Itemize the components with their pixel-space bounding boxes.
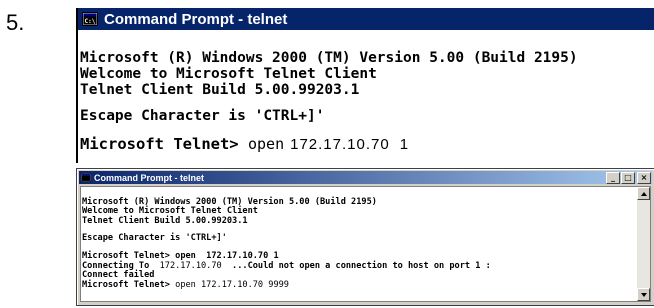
typed-port: 1 [399,136,409,153]
close-icon[interactable]: × [637,172,651,184]
telnet-prompt: Microsoft Telnet> [80,135,248,153]
scroll-down-arrow-icon[interactable] [637,288,650,301]
step-number: 5. [6,10,25,35]
command-prompt-icon: C:\ [82,12,98,26]
large-window-titlebar[interactable]: C:\ Command Prompt - telnet [78,8,654,30]
vertical-scrollbar[interactable] [637,187,650,301]
window-controls: _ □ × [605,172,651,184]
typed-host: 172.17.10.70 [290,136,390,153]
small-console-output: Microsoft (R) Windows 2000 (TM) Version … [81,187,637,301]
telnet-prompt: Microsoft Telnet> [82,279,176,290]
console-line: Welcome to Microsoft Telnet Client [80,66,377,82]
small-console-area[interactable]: Microsoft (R) Windows 2000 (TM) Version … [80,186,651,302]
connecting-host: 172.17.10.70 [159,260,222,271]
svg-text:C:\: C:\ [85,18,96,25]
typed-command: open 172.17.10.70 1 [175,250,279,261]
large-window-title: Command Prompt - telnet [104,10,288,28]
console-line: Microsoft Telnet> open 172.17.10.70 9999 [82,279,637,291]
large-console-output: Microsoft (R) Windows 2000 (TM) Version … [78,30,654,163]
typed-command: open [247,135,285,153]
large-telnet-window: C:\ Command Prompt - telnet Microsoft (R… [76,8,654,163]
typed-command: open 172.17.10.70 9999 [175,279,289,290]
console-line: Microsoft (R) Windows 2000 (TM) Version … [80,50,578,66]
small-window-titlebar[interactable]: Command Prompt - telnet _ □ × [79,171,652,184]
telnet-prompt: Microsoft Telnet> [82,250,176,261]
escape-character-line: Escape Character is 'CTRL+]' [82,233,227,244]
scroll-up-arrow-icon[interactable] [637,187,650,200]
small-telnet-window: Command Prompt - telnet _ □ × Microsoft … [76,168,654,306]
telnet-prompt-line: Microsoft Telnet> open 172.17.10.70 1 [80,134,654,155]
command-prompt-icon [81,173,91,182]
console-line: Telnet Client Build 5.00.99203.1 [80,82,360,98]
console-line: Telnet Client Build 5.00.99203.1 [82,215,248,226]
console-line: Connecting To 172.17.10.70 ...Could not … [82,260,637,272]
connection-error: ...Could not open a connection to host o… [221,260,491,271]
minimize-icon[interactable]: _ [606,172,620,184]
escape-character-line: Escape Character is 'CTRL+]' [80,108,325,124]
small-window-title: Command Prompt - telnet [94,172,205,183]
maximize-icon[interactable]: □ [621,172,635,184]
